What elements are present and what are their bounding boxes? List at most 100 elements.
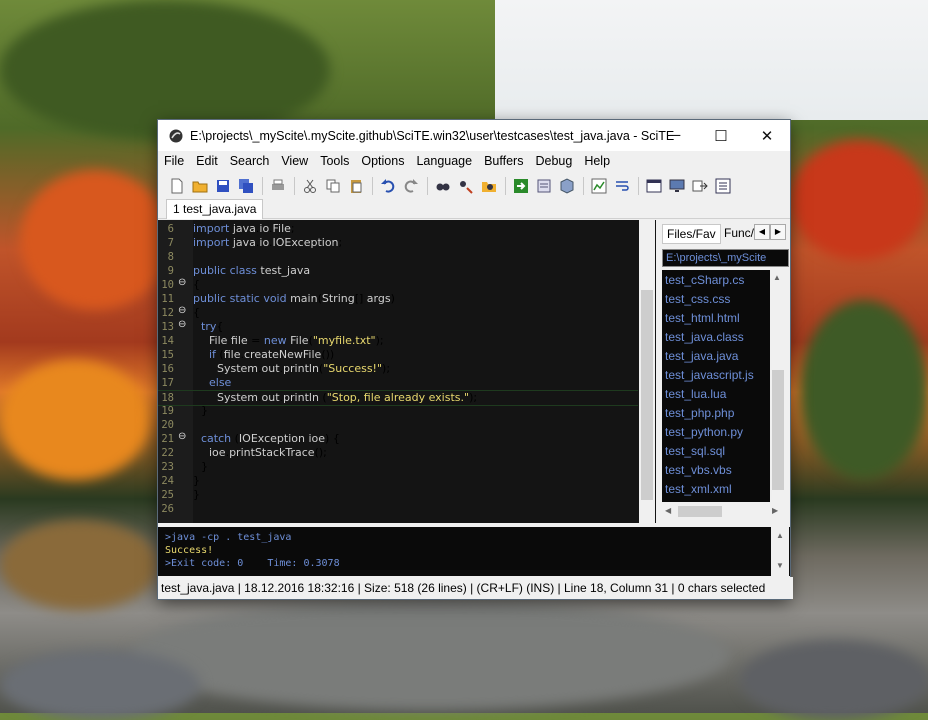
line-number: 14 <box>161 335 174 347</box>
minimize-icon: ─ <box>669 127 681 144</box>
menu-search[interactable]: Search <box>224 151 276 172</box>
toolbar-separator <box>262 176 263 195</box>
window-button[interactable] <box>643 175 664 196</box>
wrap-icon <box>615 180 629 191</box>
export-icon <box>692 180 708 191</box>
menu-tools[interactable]: Tools <box>314 151 355 172</box>
tab-test-java[interactable]: 1 test_java.java <box>166 199 264 219</box>
compile-button[interactable] <box>533 175 554 196</box>
file-list-item[interactable]: test_html.html <box>665 309 740 328</box>
wallpaper-foliage <box>800 300 928 480</box>
save-button[interactable] <box>212 175 233 196</box>
new-file-button[interactable] <box>166 175 187 196</box>
close-button[interactable]: ✕ <box>744 120 790 151</box>
file-list-scroll-up-icon[interactable]: ▲ <box>773 273 781 282</box>
open-folder-icon <box>192 181 207 192</box>
cut-icon <box>303 179 316 193</box>
find-replace-button[interactable] <box>455 175 476 196</box>
fold-marker-icon[interactable]: ⊖ <box>178 306 187 316</box>
properties-icon <box>715 178 730 193</box>
run-button[interactable] <box>510 175 531 196</box>
file-list-item[interactable]: test_css.css <box>665 290 730 309</box>
macro-icon <box>591 178 606 193</box>
file-list-item[interactable]: test_cSharp.cs <box>665 271 744 290</box>
monitor-icon <box>669 179 684 192</box>
code-line: 23} <box>158 460 638 474</box>
output-scroll-up-icon[interactable]: ▲ <box>776 531 784 540</box>
file-list-item[interactable]: test_python.py <box>665 423 743 442</box>
file-list-scroll-left-icon[interactable]: ◀ <box>665 506 671 515</box>
file-list-item[interactable]: test_sql.sql <box>665 442 725 461</box>
menu-options[interactable]: Options <box>355 151 410 172</box>
find-in-files-button[interactable] <box>478 175 499 196</box>
tab-scroll-right-icon[interactable]: ▶ <box>770 224 786 240</box>
minimize-button[interactable]: ─ <box>652 120 698 151</box>
file-list-scroll-right-icon[interactable]: ▶ <box>772 506 778 515</box>
file-list-item[interactable]: test_java.class <box>665 328 744 347</box>
output-scroll-down-icon[interactable]: ▼ <box>776 561 784 570</box>
code-line: 9 public class test_java <box>158 264 638 278</box>
menu-view[interactable]: View <box>275 151 314 172</box>
tab-func[interactable]: Func/ <box>720 224 758 242</box>
menu-buffers[interactable]: Buffers <box>478 151 529 172</box>
file-list-item[interactable]: test_php.php <box>665 404 734 423</box>
file-list-item[interactable]: test_xml.xml <box>665 480 732 499</box>
menu-edit[interactable]: Edit <box>190 151 224 172</box>
code-line: 11 public static void main(String[] args) <box>158 292 638 306</box>
file-list-hscroll-thumb[interactable] <box>678 506 722 517</box>
monitor-button[interactable] <box>666 175 687 196</box>
code-line: 21 ⊖ catch (IOException ioe) { <box>158 432 638 446</box>
file-list-item[interactable]: test_java.java <box>665 347 738 366</box>
fold-marker-icon[interactable]: ⊖ <box>178 278 187 288</box>
tab-files-fav[interactable]: Files/Fav <box>662 224 721 244</box>
fold-marker-icon[interactable]: ⊖ <box>178 432 187 442</box>
file-list-scroll-thumb[interactable] <box>772 370 784 490</box>
window-icon <box>646 179 661 192</box>
cut-button[interactable] <box>299 175 320 196</box>
buffer-tab-strip: 1 test_java.java <box>158 199 790 219</box>
menu-help[interactable]: Help <box>578 151 616 172</box>
fold-marker-icon[interactable]: ⊖ <box>178 320 187 330</box>
paste-button[interactable] <box>345 175 366 196</box>
editor-scroll-thumb[interactable] <box>641 290 653 500</box>
title-bar[interactable]: E:\projects\_myScite\.myScite.github\Sci… <box>158 120 790 151</box>
code-text: System.out.println("Success!"); <box>217 362 391 375</box>
wrap-button[interactable] <box>611 175 632 196</box>
output-pane[interactable]: >java -cp . test_java Success! >Exit cod… <box>158 527 790 576</box>
line-number: 20 <box>161 419 174 431</box>
code-editor[interactable]: 6 import java.io.File; 7 import java.io.IOE… <box>158 220 656 523</box>
wallpaper-rocks <box>740 640 928 720</box>
file-list-vertical-scrollbar[interactable]: ▲ <box>770 270 786 502</box>
undo-button[interactable] <box>377 175 398 196</box>
paste-icon <box>350 179 361 193</box>
menu-language[interactable]: Language <box>410 151 478 172</box>
print-button[interactable] <box>267 175 288 196</box>
file-list-item[interactable]: test_lua.lua <box>665 385 726 404</box>
maximize-button[interactable]: ☐ <box>698 120 744 151</box>
file-list-item[interactable]: test_vbs.vbs <box>665 461 732 480</box>
open-button[interactable] <box>189 175 210 196</box>
tab-scroll-left-icon[interactable]: ◀ <box>754 224 770 240</box>
path-field[interactable]: E:\projects\_myScite <box>662 249 789 267</box>
menu-debug[interactable]: Debug <box>529 151 578 172</box>
build-button[interactable] <box>556 175 577 196</box>
macro-button[interactable] <box>588 175 609 196</box>
save-all-icon <box>238 178 253 193</box>
editor-vertical-scrollbar[interactable] <box>639 220 655 523</box>
copy-button[interactable] <box>322 175 343 196</box>
toolbar-separator <box>583 176 584 195</box>
redo-button[interactable] <box>400 175 421 196</box>
code-line: 26 <box>158 502 638 516</box>
properties-button[interactable] <box>712 175 733 196</box>
file-list-item[interactable]: test_javascript.js <box>665 366 754 385</box>
code-line: 20 <box>158 418 638 432</box>
save-all-button[interactable] <box>235 175 256 196</box>
find-replace-icon <box>459 180 473 194</box>
menu-file[interactable]: File <box>158 151 190 172</box>
find-button[interactable] <box>432 175 453 196</box>
code-text: File file = new File("myfile.txt"); <box>209 334 384 347</box>
file-list-horizontal-scrollbar[interactable]: ◀ ▶ <box>662 503 786 520</box>
output-vertical-scrollbar[interactable]: ▲ ▼ <box>771 527 789 576</box>
code-text: } <box>193 474 200 487</box>
export-button[interactable] <box>689 175 710 196</box>
